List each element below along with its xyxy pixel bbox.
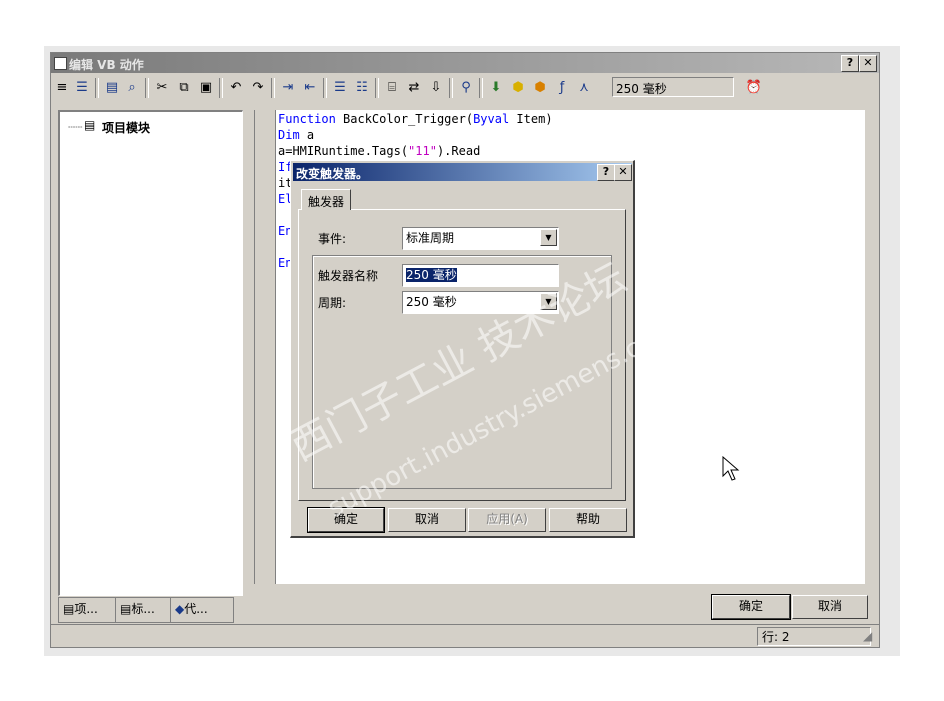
app-icon xyxy=(54,57,67,70)
code-line[interactable]: Dim a xyxy=(278,128,314,142)
redo-icon[interactable]: ↷ xyxy=(249,79,267,97)
cut-icon[interactable]: ✂ xyxy=(153,79,171,97)
tag-list-icon: ▤ xyxy=(120,602,132,616)
trigger-name-label: 触发器名称 xyxy=(318,269,379,283)
chevron-down-icon[interactable]: ▼ xyxy=(540,229,557,246)
tag-icon[interactable]: ⚲ xyxy=(457,79,475,97)
copy-icon[interactable]: ⧉ xyxy=(175,79,193,97)
toolbar-separator xyxy=(219,78,223,98)
window-title: 编辑 VB 动作 xyxy=(69,58,144,72)
tab-tags-label: 标... xyxy=(131,602,155,616)
editor-gutter xyxy=(254,110,276,584)
module-icon: ▤ xyxy=(84,118,96,132)
chevron-down-icon[interactable]: ▼ xyxy=(540,293,557,310)
code-token: a xyxy=(299,128,315,142)
find-icon[interactable]: ⌸ xyxy=(383,79,401,97)
code-line[interactable]: a=HMIRuntime.Tags("11").Read xyxy=(278,144,480,158)
undo-icon[interactable]: ↶ xyxy=(227,79,245,97)
print-icon[interactable]: ▤ xyxy=(103,79,121,97)
toolbar-separator xyxy=(95,78,99,98)
code-line[interactable]: Function BackColor_Trigger(Byval Item) xyxy=(278,112,553,126)
event-select-value: 标准周期 xyxy=(406,231,455,245)
code-token: Item) xyxy=(509,112,553,126)
menu-icon[interactable]: ≡ xyxy=(53,79,71,97)
dialog-ok-button[interactable]: 确定 xyxy=(307,507,385,533)
code-token: Dim xyxy=(278,128,300,142)
trigger-name-value: 250 毫秒 xyxy=(406,268,457,282)
dialog-cancel-button[interactable]: 取消 xyxy=(388,508,466,532)
tab-code[interactable]: ◆代... xyxy=(170,597,234,623)
tab-trigger[interactable]: 触发器 xyxy=(301,189,351,210)
goto-icon[interactable]: ⇩ xyxy=(427,79,445,97)
event-label: 事件: xyxy=(318,232,347,246)
code-token: BackColor_Trigger( xyxy=(335,112,474,126)
dialog-close-button[interactable]: ✕ xyxy=(614,164,632,181)
resize-grip-icon[interactable]: ◢ xyxy=(863,629,872,643)
status-bar: 行: 2 ◢ xyxy=(51,624,879,646)
toolbar-separator xyxy=(323,78,327,98)
paste-icon[interactable]: ▣ xyxy=(197,79,215,97)
code-token: "11" xyxy=(408,144,437,158)
period-select[interactable]: 250 毫秒 ▼ xyxy=(402,291,559,314)
code-icon: ◆ xyxy=(175,602,185,616)
compile-icon[interactable]: ⬇ xyxy=(487,79,505,97)
close-button[interactable]: ✕ xyxy=(859,55,877,72)
help-button[interactable]: ? xyxy=(841,55,859,72)
window-titlebar: 编辑 VB 动作 ? ✕ xyxy=(51,53,879,73)
code-token: Function xyxy=(278,112,336,126)
line-indicator: 行: 2 xyxy=(757,627,871,646)
mouse-cursor-icon xyxy=(722,456,740,481)
ok-button[interactable]: 确定 xyxy=(711,594,791,620)
toolbar-separator xyxy=(449,78,453,98)
code-token: ).Read xyxy=(436,144,481,158)
print-preview-icon[interactable]: ⌕ xyxy=(123,79,141,97)
code-token: a=HMIRuntime.Tags( xyxy=(278,144,409,158)
dialog-help-button[interactable]: ? xyxy=(597,164,615,181)
function-icon[interactable]: ƒ xyxy=(553,79,571,97)
object-icon[interactable]: ⬢ xyxy=(509,79,527,97)
align-left-icon[interactable]: ☰ xyxy=(73,79,91,97)
code-token: Byval xyxy=(473,112,510,126)
object-property-icon[interactable]: ⬢ xyxy=(531,79,549,97)
module-icon: ▤ xyxy=(63,602,75,616)
trigger-name-input[interactable]: 250 毫秒 xyxy=(402,264,559,287)
toolbar-separator xyxy=(271,78,275,98)
tree-root-item[interactable]: 项目模块 xyxy=(102,119,150,136)
trigger-clock-icon[interactable]: ⏰ xyxy=(745,79,763,97)
dialog-apply-button: 应用(A) xyxy=(468,508,546,532)
project-tree: ┄┄ ▤ 项目模块 xyxy=(58,110,243,596)
indent-icon[interactable]: ⇥ xyxy=(279,79,297,97)
period-select-value: 250 毫秒 xyxy=(406,295,457,309)
cancel-button[interactable]: 取消 xyxy=(792,595,868,619)
dialog-title: 改变触发器。 xyxy=(296,167,369,181)
replace-icon[interactable]: ⇄ xyxy=(405,79,423,97)
trigger-combo[interactable]: 250 毫秒 xyxy=(612,77,734,97)
action-icon[interactable]: ⋏ xyxy=(575,79,593,97)
dialog-titlebar: 改变触发器。 ? ✕ xyxy=(293,163,632,181)
event-select[interactable]: 标准周期 ▼ xyxy=(402,227,559,250)
comment-icon[interactable]: ☰ xyxy=(331,79,349,97)
toolbar-separator xyxy=(145,78,149,98)
toolbar-separator xyxy=(479,78,483,98)
tab-project-label: 项... xyxy=(74,602,98,616)
toolbar-separator xyxy=(375,78,379,98)
period-label: 周期: xyxy=(318,296,347,310)
tree-connector: ┄┄ xyxy=(68,120,83,134)
outdent-icon[interactable]: ⇤ xyxy=(301,79,319,97)
dialog-help-text-button[interactable]: 帮助 xyxy=(549,508,627,532)
toolbar: ≡ ☰ ▤ ⌕ ✂ ⧉ ▣ ↶ ↷ ⇥ ⇤ ☰ ☷ ⌸ ⇄ ⇩ ⚲ ⬇ ⬢ ⬢ … xyxy=(51,74,879,102)
tab-code-label: 代... xyxy=(184,602,208,616)
uncomment-icon[interactable]: ☷ xyxy=(353,79,371,97)
